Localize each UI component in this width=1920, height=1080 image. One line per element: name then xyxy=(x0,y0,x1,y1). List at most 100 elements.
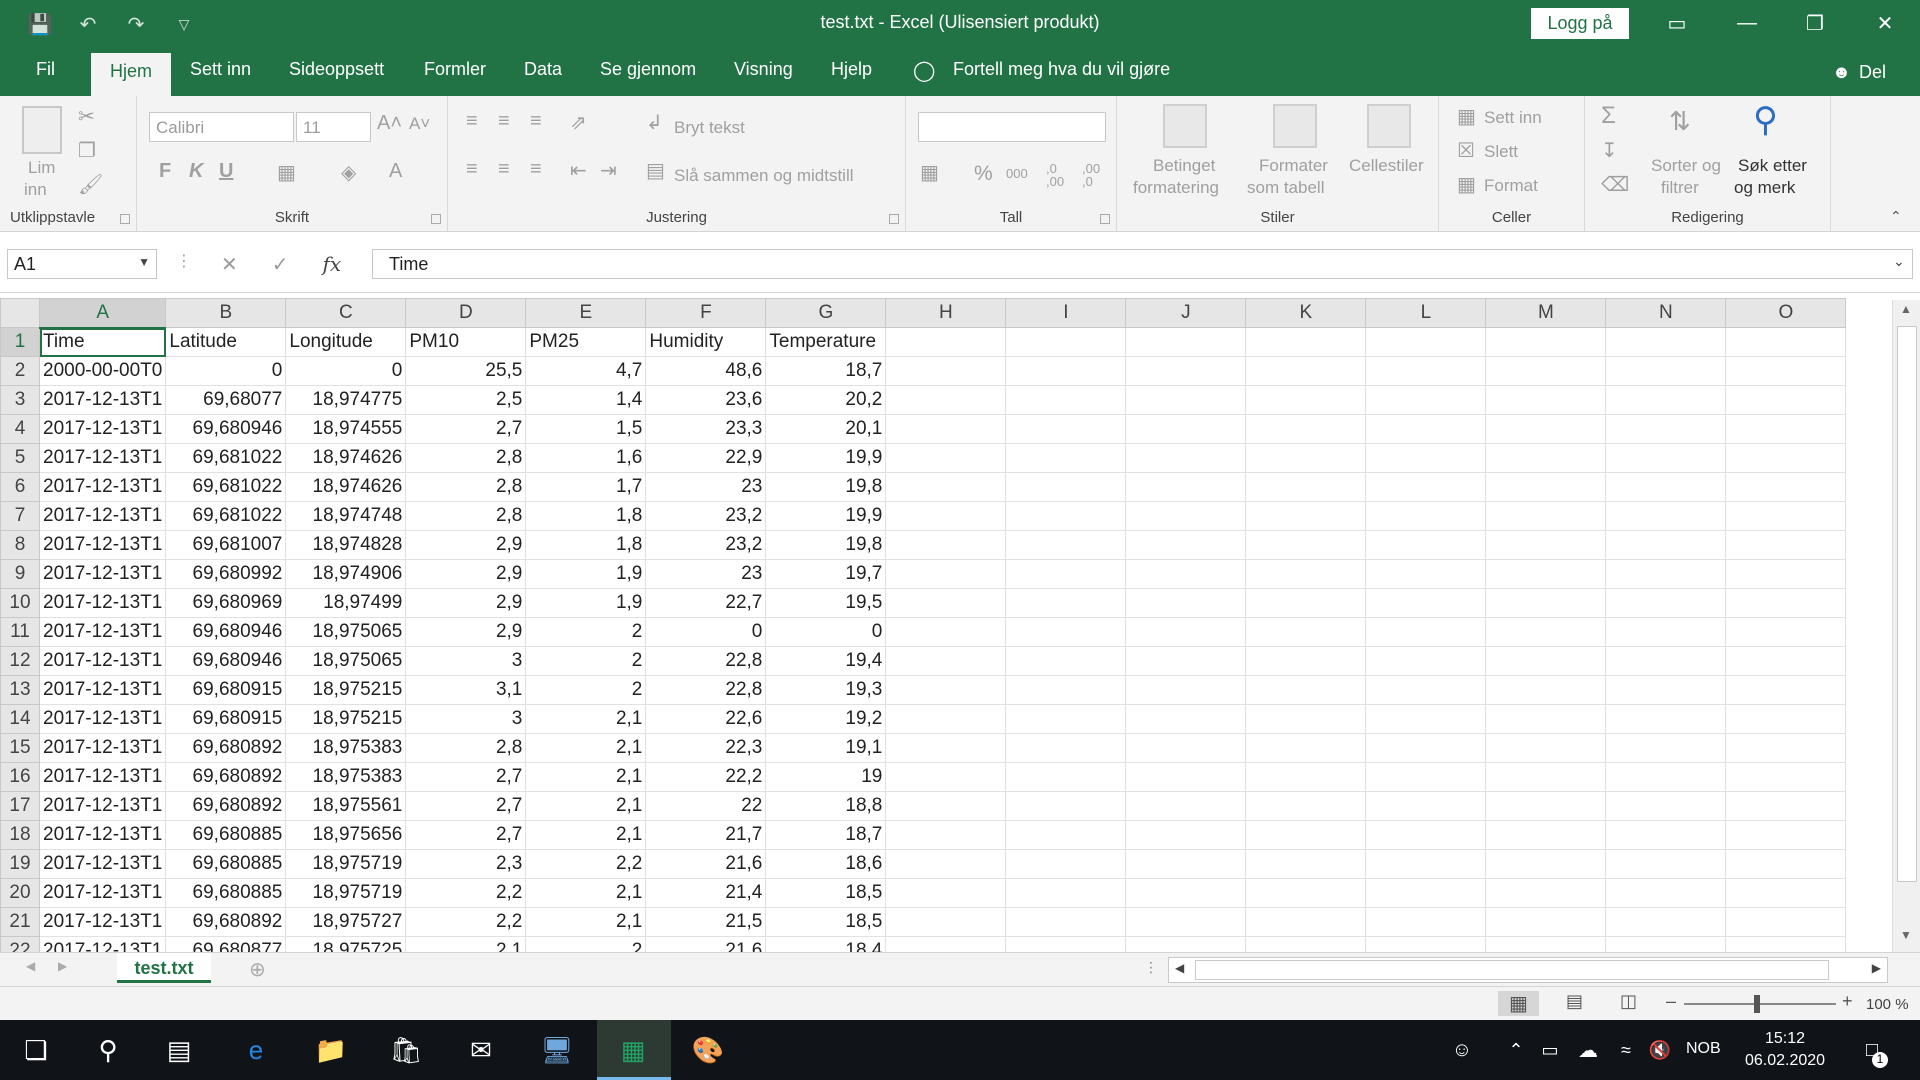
cell[interactable] xyxy=(1485,675,1607,705)
cell[interactable]: 2017-12-13T1 xyxy=(38,530,167,560)
cell[interactable] xyxy=(1245,414,1367,444)
vertical-scrollbar[interactable]: ▲ ▼ xyxy=(1892,300,1920,952)
align-left-icon[interactable]: ≡ xyxy=(466,158,478,181)
merge-center-icon[interactable]: ▤ xyxy=(646,158,665,183)
cell[interactable]: 2017-12-13T1 xyxy=(38,646,167,676)
cell[interactable] xyxy=(1725,733,1847,763)
cell[interactable] xyxy=(1245,443,1367,473)
find-select-label-2[interactable]: og merk xyxy=(1734,178,1795,198)
row-header[interactable]: 7 xyxy=(0,501,40,531)
column-header[interactable]: G xyxy=(765,298,887,328)
search-icon[interactable]: ⚲ xyxy=(88,1030,128,1070)
cell[interactable]: 2017-12-13T1 xyxy=(38,878,167,908)
cell[interactable]: 18,975065 xyxy=(285,646,407,676)
cell[interactable] xyxy=(1125,820,1247,850)
cell[interactable]: 2,2 xyxy=(405,878,527,908)
align-center-icon[interactable]: ≡ xyxy=(498,158,510,181)
cell[interactable] xyxy=(885,733,1007,763)
cell[interactable] xyxy=(1725,327,1847,357)
formula-input[interactable]: Time xyxy=(372,249,1913,279)
close-icon[interactable]: ✕ xyxy=(1862,8,1908,38)
cell[interactable] xyxy=(1125,414,1247,444)
cell[interactable] xyxy=(1725,791,1847,821)
cell[interactable]: 1,6 xyxy=(525,443,647,473)
cell[interactable] xyxy=(1605,675,1727,705)
column-header[interactable]: M xyxy=(1485,298,1607,328)
cell[interactable]: 22,2 xyxy=(645,762,767,792)
cell[interactable] xyxy=(1125,472,1247,502)
cell[interactable]: 2,7 xyxy=(405,791,527,821)
cell[interactable] xyxy=(1125,878,1247,908)
cell[interactable]: 1,9 xyxy=(525,588,647,618)
cell[interactable] xyxy=(1365,559,1487,589)
cell[interactable] xyxy=(1605,327,1727,357)
delete-cells-button[interactable]: Slett xyxy=(1484,142,1518,162)
mail-icon[interactable]: ✉ xyxy=(461,1030,501,1070)
cell[interactable]: 20,1 xyxy=(765,414,887,444)
cell[interactable]: 18,97499 xyxy=(285,588,407,618)
cell[interactable] xyxy=(1605,791,1727,821)
cell[interactable] xyxy=(1245,675,1367,705)
cell[interactable] xyxy=(885,762,1007,792)
increase-font-icon[interactable]: A˄ xyxy=(377,112,402,135)
cell[interactable] xyxy=(885,849,1007,879)
edge-browser-icon[interactable]: e xyxy=(236,1030,276,1070)
cell[interactable]: 18,975727 xyxy=(285,907,407,937)
scroll-up-icon[interactable]: ▲ xyxy=(1900,302,1912,316)
excel-icon[interactable]: ▦ xyxy=(613,1030,653,1070)
alignment-launcher-icon[interactable] xyxy=(889,214,899,224)
accounting-format-icon[interactable]: ▦ xyxy=(920,160,939,185)
cell[interactable] xyxy=(1725,356,1847,386)
cell[interactable] xyxy=(885,878,1007,908)
cell[interactable]: 18,974626 xyxy=(285,443,407,473)
insert-function-icon[interactable]: fx xyxy=(323,252,342,276)
cell[interactable] xyxy=(1725,762,1847,792)
cell[interactable] xyxy=(1605,878,1727,908)
cell[interactable]: 23 xyxy=(645,472,767,502)
cell[interactable] xyxy=(1605,472,1727,502)
cell[interactable] xyxy=(1125,936,1247,952)
tab-home[interactable]: Hjem xyxy=(91,53,172,96)
cell[interactable] xyxy=(885,617,1007,647)
cell[interactable]: 69,680946 xyxy=(165,617,287,647)
column-header[interactable]: H xyxy=(885,298,1007,328)
cell[interactable] xyxy=(1725,588,1847,618)
row-header[interactable]: 22 xyxy=(0,936,40,952)
cell[interactable] xyxy=(1245,356,1367,386)
sheet-tab-test-txt[interactable]: test.txt xyxy=(117,953,211,983)
cell[interactable]: 19,8 xyxy=(765,530,887,560)
cell[interactable]: 18,975656 xyxy=(285,820,407,850)
tab-insert[interactable]: Sett inn xyxy=(190,59,251,85)
conditional-formatting-label[interactable]: Betinget xyxy=(1153,156,1215,176)
tab-review[interactable]: Se gjennom xyxy=(600,59,696,85)
cell[interactable] xyxy=(885,472,1007,502)
cell[interactable] xyxy=(1245,820,1367,850)
cell[interactable] xyxy=(1485,472,1607,502)
cell[interactable]: 2017-12-13T1 xyxy=(38,733,167,763)
cells-table[interactable]: ABCDEFGHIJKLMNO 1 Time Latitude Longitude PM… xyxy=(0,298,1847,952)
cell[interactable]: 2017-12-13T1 xyxy=(38,588,167,618)
tab-view[interactable]: Visning xyxy=(734,59,793,85)
cell[interactable] xyxy=(885,530,1007,560)
cell[interactable] xyxy=(885,414,1007,444)
row-header[interactable]: 14 xyxy=(0,704,40,734)
bold-button[interactable]: F xyxy=(159,160,171,183)
cell[interactable] xyxy=(1005,849,1127,879)
cell[interactable] xyxy=(1365,327,1487,357)
login-button[interactable]: Logg på xyxy=(1531,8,1629,39)
cell[interactable] xyxy=(1725,878,1847,908)
cell[interactable]: 18,6 xyxy=(765,849,887,879)
cell[interactable] xyxy=(1725,849,1847,879)
cell[interactable]: 3,1 xyxy=(405,675,527,705)
cell[interactable] xyxy=(1485,501,1607,531)
column-header[interactable]: J xyxy=(1125,298,1247,328)
cell[interactable]: 69,680915 xyxy=(165,704,287,734)
horizontal-scrollbar[interactable]: ◀ ▶ xyxy=(1168,957,1888,983)
merge-center-button[interactable]: Slå sammen og midtstill xyxy=(674,166,854,186)
find-select-label[interactable]: Søk etter xyxy=(1738,156,1807,176)
borders-icon[interactable]: ▦ xyxy=(277,160,296,185)
cut-icon[interactable]: ✂ xyxy=(78,104,95,129)
cell[interactable]: 19,1 xyxy=(765,733,887,763)
cell[interactable]: 18,7 xyxy=(765,356,887,386)
cell[interactable]: 2,1 xyxy=(525,762,647,792)
